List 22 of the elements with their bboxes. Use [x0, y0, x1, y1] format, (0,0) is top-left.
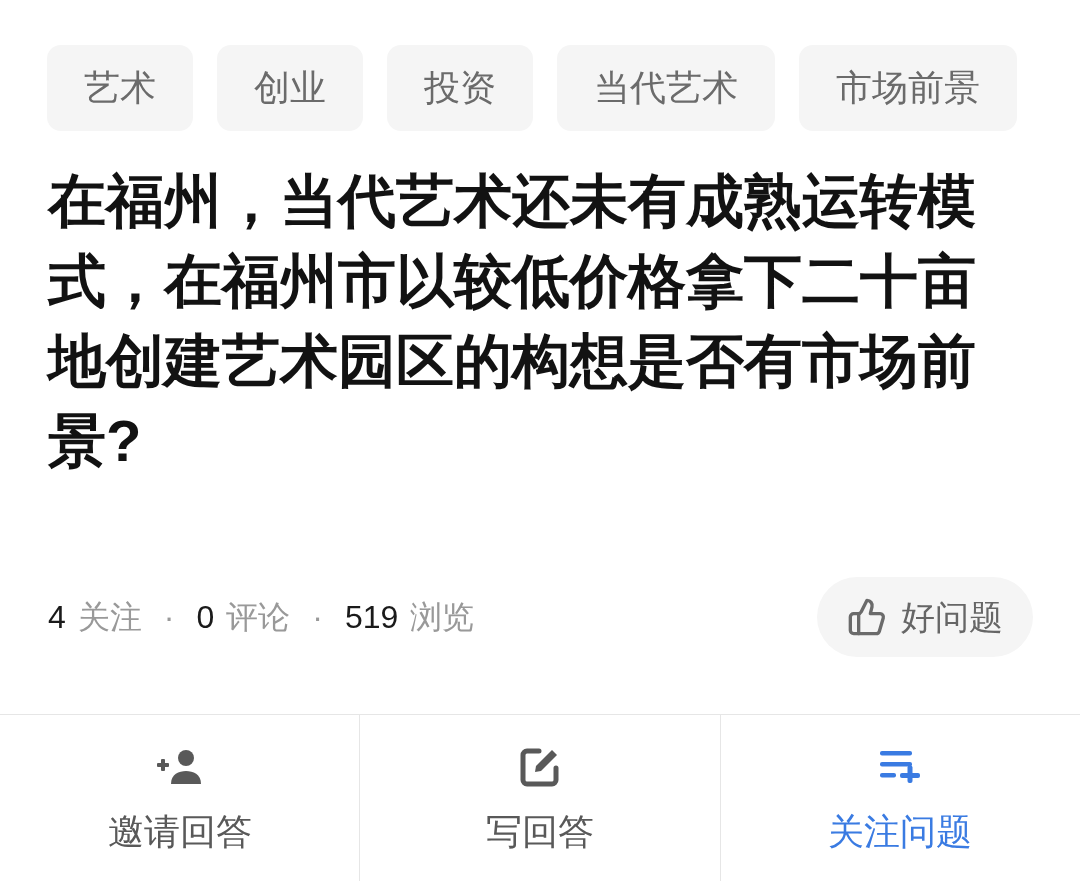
tag-chip[interactable]: 艺术 [47, 45, 193, 131]
separator-dot: · [163, 598, 175, 637]
action-button[interactable]: 关注问题 [719, 715, 1080, 881]
stat-count: 519 [344, 598, 399, 637]
thumbs-up-icon [847, 597, 887, 637]
list-add-icon [880, 751, 921, 783]
action-button[interactable]: 邀请回答 [0, 715, 360, 881]
action-button[interactable]: 写回答 [359, 715, 720, 881]
separator-dot: · [312, 598, 323, 637]
tag-chip[interactable]: 投资 [387, 45, 533, 131]
stat-count: 4 [48, 598, 66, 637]
tag-chip[interactable]: 创业 [217, 45, 363, 131]
tag-chip[interactable]: 当代艺术 [557, 45, 775, 131]
good-question-button[interactable]: 好问题 [817, 577, 1033, 657]
stat-label: 评论 [226, 598, 291, 637]
edit-icon [519, 746, 561, 788]
stat-label: 关注 [77, 598, 142, 637]
stat-label: 浏览 [410, 598, 475, 637]
question-title: 在福州，当代艺术还未有成熟运转模式，在福州市以较低价格拿下二十亩地创建艺术园区的构想是否有市场前景? [48, 167, 977, 475]
add-person-icon [156, 750, 203, 784]
tag-chip[interactable]: 市场前景 [799, 45, 1017, 131]
stat-count: 0 [196, 598, 215, 637]
